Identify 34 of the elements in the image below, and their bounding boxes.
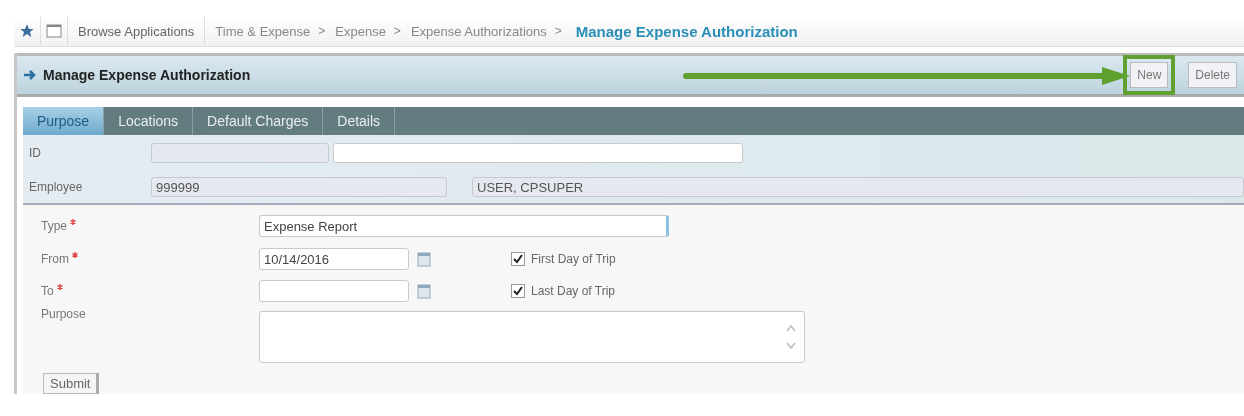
field-label: From [41,252,259,266]
breadcrumb-separator: > [318,24,326,38]
check-icon [513,286,523,296]
date-field[interactable] [259,280,409,302]
calendar-icon[interactable] [417,251,431,267]
current-page-title: Manage Expense Authorization [575,22,798,40]
field-label: Type [41,219,259,233]
field-label: To [41,284,259,298]
code-field[interactable]: 999999 [151,177,447,197]
check-icon [513,254,523,264]
purpose-field[interactable] [259,311,805,363]
code-field[interactable] [151,143,329,163]
field-label: ID [28,146,42,160]
calendar-icon[interactable] [417,283,431,299]
arrow-icon [23,69,37,81]
breadcrumb-link[interactable]: Expense Authorizations [410,23,547,39]
name-field[interactable] [333,143,743,163]
tab[interactable]: Purpose [23,107,105,135]
field-label: Purpose [41,307,87,321]
breadcrumb-separator: > [554,24,562,38]
toolbar-button[interactable]: Delete [1188,62,1237,88]
breadcrumb-link[interactable]: Expense [335,23,386,39]
breadcrumb-separator: > [393,24,401,38]
breadcrumb-link[interactable]: Time & Expense [215,23,311,39]
field-label: Employee [28,180,84,194]
submit-button[interactable]: Submit [43,373,100,394]
panel-title: Manage Expense Authorization [43,67,251,83]
name-field[interactable]: USER, CPSUPER [472,177,1244,197]
date-field[interactable]: 10/14/2016 [259,248,409,270]
browse-applications-link[interactable]: Browse Applications [68,17,206,45]
toolbar-button[interactable]: New [1130,62,1169,88]
type-field[interactable]: Expense Report [259,215,669,237]
trip-checkbox[interactable]: Last Day of Trip [511,284,616,298]
trip-checkbox[interactable]: First Day of Trip [511,252,616,266]
